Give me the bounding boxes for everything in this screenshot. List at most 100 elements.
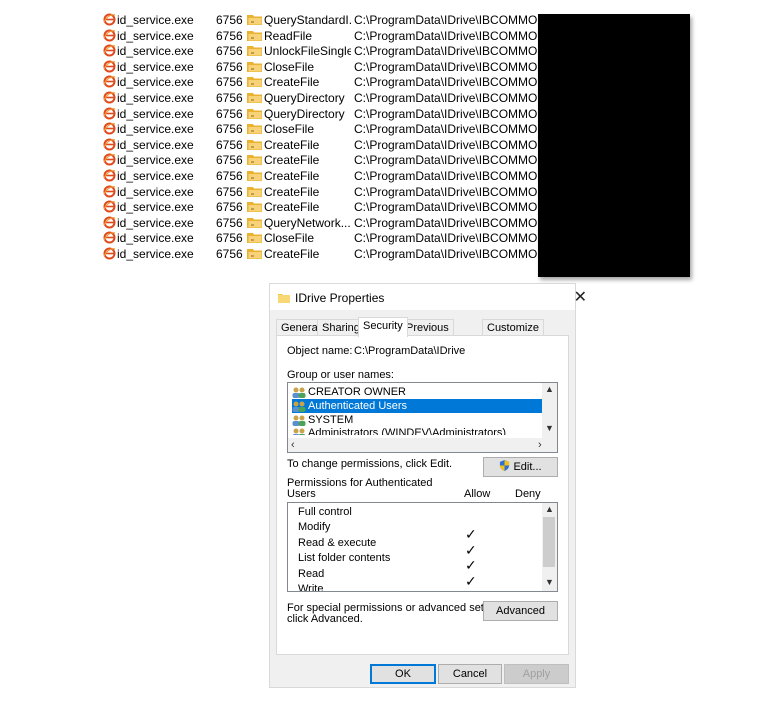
object-name-value: C:\ProgramData\IDrive <box>354 345 466 357</box>
process-id: 6756 <box>216 169 243 183</box>
path: C:\ProgramData\IDrive\IBCOMMON\ <box>354 60 542 74</box>
ok-button[interactable]: OK <box>370 664 436 684</box>
process-name: id_service.exe <box>117 231 194 245</box>
process-name: id_service.exe <box>117 185 194 199</box>
shield-icon <box>500 460 510 471</box>
deny-header: Deny <box>515 488 541 500</box>
process-id: 6756 <box>216 60 243 74</box>
operation: CreateFile <box>264 200 320 214</box>
user-list-hscrollbar[interactable]: ‹ › <box>288 438 557 452</box>
path: C:\ProgramData\IDrive\IBCOMMON <box>354 122 542 136</box>
filesystem-folder-icon <box>247 155 262 165</box>
path: C:\ProgramData\IDrive\IBCOMMON\ <box>354 153 542 167</box>
process-id: 6756 <box>216 216 243 230</box>
log-row[interactable]: id_service.exe 6756 UnlockFileSingle C:\Pro… <box>103 43 543 59</box>
process-name: id_service.exe <box>117 75 194 89</box>
scroll-right-icon[interactable]: › <box>538 439 542 451</box>
process-id: 6756 <box>216 122 243 136</box>
filesystem-folder-icon <box>247 171 262 181</box>
log-row[interactable]: id_service.exe 6756 CreateFile C:\ProgramDa… <box>103 137 543 153</box>
special-permissions-line2: click Advanced. <box>287 613 363 625</box>
log-row[interactable]: id_service.exe 6756 CreateFile C:\ProgramDa… <box>103 152 543 168</box>
filesystem-folder-icon <box>247 31 262 41</box>
path: C:\ProgramData\IDrive\IBCOMMON\ <box>354 231 542 245</box>
ie-process-icon <box>103 247 116 260</box>
log-row[interactable]: id_service.exe 6756 CreateFile C:\ProgramDa… <box>103 184 543 200</box>
ie-process-icon <box>103 29 116 42</box>
scroll-up-icon[interactable]: ▲ <box>545 384 554 394</box>
filesystem-folder-icon <box>247 218 262 228</box>
users-icon <box>292 428 306 435</box>
operation: QueryStandardI... <box>264 13 351 27</box>
operation: ReadFile <box>264 29 313 43</box>
advanced-button[interactable]: Advanced <box>483 601 558 621</box>
log-row[interactable]: id_service.exe 6756 CreateFile C:\ProgramDa… <box>103 168 543 184</box>
permission-name: List folder contents <box>298 552 391 564</box>
log-row[interactable]: id_service.exe 6756 QueryDirectory C:\Progr… <box>103 106 543 122</box>
filesystem-folder-icon <box>247 249 262 259</box>
log-row[interactable]: id_service.exe 6756 CloseFile C:\ProgramDat… <box>103 59 543 75</box>
tab-security[interactable]: Security <box>358 317 408 337</box>
process-id: 6756 <box>216 185 243 199</box>
process-name: id_service.exe <box>117 13 194 27</box>
operation: CloseFile <box>264 122 315 136</box>
user-item-label: Administrators (WINDEV\Administrators) <box>308 427 507 435</box>
ie-process-icon <box>103 185 116 198</box>
process-id: 6756 <box>216 107 243 121</box>
ie-process-icon <box>103 122 116 135</box>
process-name: id_service.exe <box>117 91 194 105</box>
log-row[interactable]: id_service.exe 6756 CloseFile C:\ProgramDat… <box>103 121 543 137</box>
path: C:\ProgramData\IDrive\IBCOMMON\ <box>354 216 542 230</box>
log-row[interactable]: id_service.exe 6756 QueryDirectory C:\Progr… <box>103 90 543 106</box>
permissions-list[interactable]: ▲ ▼ Full control Modify ✓ Read & execute ✓ Li… <box>287 502 558 592</box>
path: C:\ProgramData\IDrive\IBCOMMON\ <box>354 91 542 105</box>
user-item-selected[interactable]: Authenticated Users <box>292 399 542 413</box>
scroll-left-icon[interactable]: ‹ <box>291 439 295 451</box>
process-name: id_service.exe <box>117 29 194 43</box>
log-row[interactable]: id_service.exe 6756 QueryStandardI... C:\Pr… <box>103 12 543 28</box>
process-id: 6756 <box>216 247 243 261</box>
operation: CreateFile <box>264 247 320 261</box>
scroll-down-icon[interactable]: ▼ <box>545 423 554 433</box>
tab-previous-versions[interactable]: Previous Versions <box>401 319 454 350</box>
security-panel: Object name: C:\ProgramData\IDrive Group… <box>276 335 569 655</box>
process-name: id_service.exe <box>117 122 194 136</box>
user-list-vscrollbar[interactable]: ▲ ▼ <box>542 383 557 438</box>
log-row[interactable]: id_service.exe 6756 CreateFile C:\ProgramDa… <box>103 246 543 262</box>
path: C:\ProgramData\IDrive\IBCOMMON <box>354 75 542 89</box>
cancel-button[interactable]: Cancel <box>438 664 502 684</box>
scroll-up-icon[interactable]: ▲ <box>545 504 554 514</box>
user-list[interactable]: CREATOR OWNER Authenticated Users SYSTEM… <box>287 382 558 453</box>
filesystem-folder-icon <box>247 15 262 25</box>
log-row[interactable]: id_service.exe 6756 ReadFile C:\ProgramData… <box>103 28 543 44</box>
ie-process-icon <box>103 75 116 88</box>
user-item[interactable]: CREATOR OWNER <box>292 385 542 399</box>
apply-button[interactable]: Apply <box>504 664 569 684</box>
close-icon[interactable]: ✕ <box>574 287 587 307</box>
log-row[interactable]: id_service.exe 6756 CreateFile C:\ProgramDa… <box>103 74 543 90</box>
user-item[interactable]: Administrators (WINDEV\Administrators) <box>292 427 542 435</box>
filesystem-folder-icon <box>247 124 262 134</box>
process-id: 6756 <box>216 44 243 58</box>
process-name: id_service.exe <box>117 107 194 121</box>
edit-button[interactable]: Edit... <box>483 457 558 477</box>
path: C:\ProgramData\IDrive\IBCOMMON\ <box>354 200 542 214</box>
users-icon <box>292 415 306 426</box>
scroll-thumb[interactable] <box>543 517 555 567</box>
users-icon <box>292 401 306 412</box>
process-id: 6756 <box>216 200 243 214</box>
process-id: 6756 <box>216 153 243 167</box>
scroll-down-icon[interactable]: ▼ <box>545 577 554 587</box>
permissions-vscrollbar[interactable]: ▲ ▼ <box>542 503 557 591</box>
operation: CloseFile <box>264 231 315 245</box>
permission-name: Modify <box>298 521 331 533</box>
operation: QueryDirectory <box>264 91 345 105</box>
process-id: 6756 <box>216 91 243 105</box>
user-item[interactable]: SYSTEM <box>292 413 542 427</box>
tab-customize[interactable]: Customize <box>482 319 544 335</box>
log-row[interactable]: id_service.exe 6756 CloseFile C:\ProgramDat… <box>103 230 543 246</box>
process-name: id_service.exe <box>117 216 194 230</box>
log-row[interactable]: id_service.exe 6756 QueryNetwork... C:\Prog… <box>103 215 543 231</box>
allow-check-icon: ✓ <box>465 527 477 543</box>
log-row[interactable]: id_service.exe 6756 CreateFile C:\ProgramDa… <box>103 199 543 215</box>
